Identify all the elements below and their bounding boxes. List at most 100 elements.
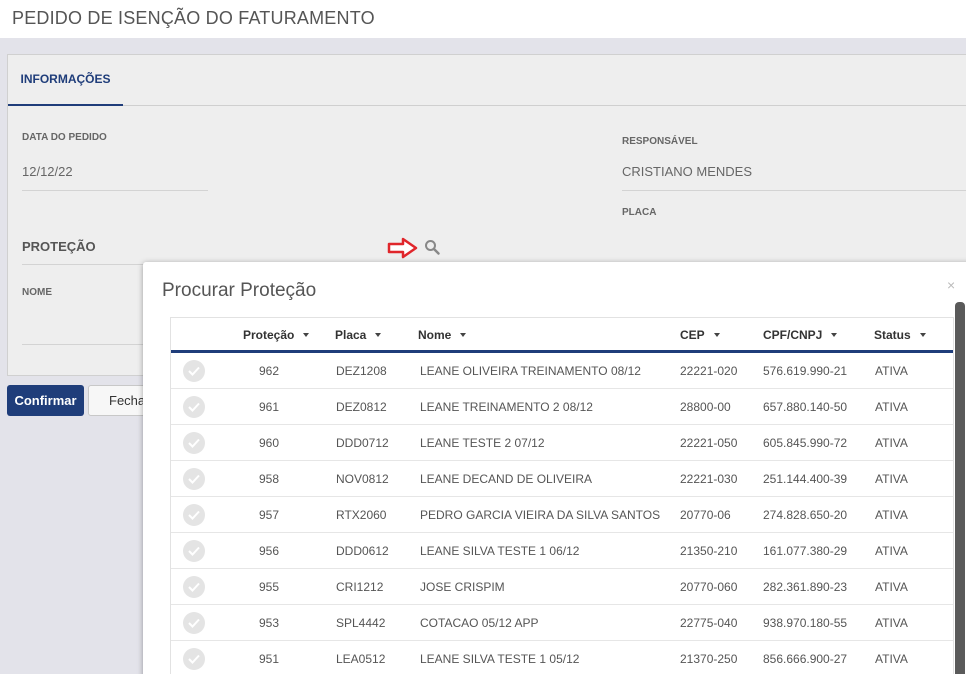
sort-caret-icon[interactable] <box>831 332 838 337</box>
top-bar: PEDIDO DE ISENÇÃO DO FATURAMENTO <box>0 0 966 38</box>
cell-placa: CRI1212 <box>336 580 384 594</box>
search-icon[interactable] <box>424 239 440 255</box>
protection-table: Proteção Placa Nome CEP CPF/CNPJ Status … <box>170 317 954 674</box>
cell-cpf-cnpj: 274.828.650-20 <box>763 508 848 522</box>
cell-nome: LEANE SILVA TESTE 1 06/12 <box>420 544 580 558</box>
cell-nome: LEANE TESTE 2 07/12 <box>420 436 545 450</box>
cell-status: ATIVA <box>875 616 908 630</box>
column-header-cpf-cnpj[interactable]: CPF/CNPJ <box>763 328 838 342</box>
cell-placa: DDD0612 <box>336 544 389 558</box>
select-check-icon[interactable] <box>183 360 205 382</box>
table-row[interactable]: 962 DEZ1208 LEANE OLIVEIRA TREINAMENTO 08/… <box>171 353 953 389</box>
placa-label: PLACA <box>622 207 657 218</box>
cell-protecao: 958 <box>258 472 279 486</box>
select-check-icon[interactable] <box>183 576 205 598</box>
table-row[interactable]: 953 SPL4442 COTACAO 05/12 APP 22775-040 938.… <box>171 605 953 641</box>
cell-protecao: 960 <box>258 436 279 450</box>
table-header: Proteção Placa Nome CEP CPF/CNPJ Status <box>171 318 953 353</box>
table-row[interactable]: 961 DEZ0812 LEANE TREINAMENTO 2 08/12 28800… <box>171 389 953 425</box>
modal-close-icon[interactable]: × <box>947 277 955 293</box>
modal-scrollbar[interactable] <box>955 302 965 674</box>
table-row[interactable]: 955 CRI1212 JOSE CRISPIM 20770-060 282.361.8… <box>171 569 953 605</box>
column-header-cep[interactable]: CEP <box>680 328 720 342</box>
cell-status: ATIVA <box>875 580 908 594</box>
cell-cep: 22221-050 <box>680 436 738 450</box>
cell-cpf-cnpj: 605.845.990-72 <box>763 436 848 450</box>
cell-cep: 28800-00 <box>680 400 731 414</box>
table-row[interactable]: 951 LEA0512 LEANE SILVA TESTE 1 05/12 21370… <box>171 641 953 674</box>
select-check-icon[interactable] <box>183 540 205 562</box>
sort-caret-icon[interactable] <box>375 332 382 337</box>
table-row[interactable]: 957 RTX2060 PEDRO GARCIA VIEIRA DA SILVA S… <box>171 497 953 533</box>
cell-cep: 20770-060 <box>680 580 738 594</box>
cell-status: ATIVA <box>875 652 908 666</box>
cell-cep: 21350-210 <box>680 544 738 558</box>
sort-caret-icon[interactable] <box>919 332 926 337</box>
select-check-icon[interactable] <box>183 648 205 670</box>
cell-cpf-cnpj: 938.970.180-55 <box>763 616 848 630</box>
cell-nome: LEANE OLIVEIRA TREINAMENTO 08/12 <box>420 364 641 378</box>
protecao-section-title: PROTEÇÃO <box>22 239 96 254</box>
select-check-icon[interactable] <box>183 396 205 418</box>
column-header-protecao[interactable]: Proteção <box>243 328 310 342</box>
table-row[interactable]: 958 NOV0812 LEANE DECAND DE OLIVEIRA 22221-… <box>171 461 953 497</box>
cell-status: ATIVA <box>875 400 908 414</box>
column-header-nome[interactable]: Nome <box>418 328 467 342</box>
cell-protecao: 951 <box>258 652 279 666</box>
search-protection-modal: Procurar Proteção × Proteção Placa Nome … <box>143 262 966 674</box>
cell-nome: LEANE TREINAMENTO 2 08/12 <box>420 400 593 414</box>
cell-placa: DEZ0812 <box>336 400 387 414</box>
cell-protecao: 953 <box>258 616 279 630</box>
responsavel-value[interactable]: CRISTIANO MENDES <box>622 164 752 179</box>
page-title: PEDIDO DE ISENÇÃO DO FATURAMENTO <box>12 8 375 28</box>
cell-cep: 22775-040 <box>680 616 738 630</box>
cell-cpf-cnpj: 856.666.900-27 <box>763 652 848 666</box>
data-pedido-value[interactable]: 12/12/22 <box>22 164 73 179</box>
cell-nome: PEDRO GARCIA VIEIRA DA SILVA SANTOS <box>420 508 661 522</box>
table-row[interactable]: 956 DDD0612 LEANE SILVA TESTE 1 06/12 21350… <box>171 533 953 569</box>
sort-caret-icon[interactable] <box>460 332 467 337</box>
cell-placa: RTX2060 <box>336 508 387 522</box>
select-check-icon[interactable] <box>183 612 205 634</box>
select-check-icon[interactable] <box>183 432 205 454</box>
data-pedido-underline <box>22 190 208 191</box>
tab-informacoes[interactable]: INFORMAÇÕES <box>8 55 123 106</box>
cell-cep: 22221-030 <box>680 472 738 486</box>
cell-cpf-cnpj: 576.619.990-21 <box>763 364 848 378</box>
select-check-icon[interactable] <box>183 468 205 490</box>
table-body: 962 DEZ1208 LEANE OLIVEIRA TREINAMENTO 08/… <box>171 353 953 674</box>
modal-title: Procurar Proteção <box>162 280 317 301</box>
cell-protecao: 956 <box>258 544 279 558</box>
cell-protecao: 962 <box>258 364 279 378</box>
cell-placa: LEA0512 <box>336 652 386 666</box>
column-header-placa[interactable]: Placa <box>335 328 382 342</box>
arrow-right-icon <box>387 237 418 259</box>
cell-placa: SPL4442 <box>336 616 386 630</box>
cell-protecao: 957 <box>258 508 279 522</box>
cell-cpf-cnpj: 161.077.380-29 <box>763 544 848 558</box>
data-pedido-label: DATA DO PEDIDO <box>22 132 107 143</box>
protecao-underline <box>22 264 147 265</box>
responsavel-underline <box>622 190 966 191</box>
cell-status: ATIVA <box>875 436 908 450</box>
cell-cpf-cnpj: 251.144.400-39 <box>763 472 848 486</box>
column-header-status[interactable]: Status <box>874 328 926 342</box>
cell-cep: 22221-020 <box>680 364 738 378</box>
nome-label: NOME <box>22 287 52 298</box>
cell-protecao: 955 <box>258 580 279 594</box>
cell-placa: DEZ1208 <box>336 364 387 378</box>
table-row[interactable]: 960 DDD0712 LEANE TESTE 2 07/12 22221-050 60… <box>171 425 953 461</box>
cell-nome: LEANE SILVA TESTE 1 05/12 <box>420 652 580 666</box>
nome-underline <box>22 344 147 345</box>
cell-status: ATIVA <box>875 364 908 378</box>
confirm-button[interactable]: Confirmar <box>7 385 84 416</box>
sort-caret-icon[interactable] <box>303 332 310 337</box>
select-check-icon[interactable] <box>183 504 205 526</box>
cell-placa: DDD0712 <box>336 436 389 450</box>
cell-nome: LEANE DECAND DE OLIVEIRA <box>420 472 593 486</box>
cell-status: ATIVA <box>875 472 908 486</box>
cell-nome: JOSE CRISPIM <box>420 580 505 594</box>
sort-caret-icon[interactable] <box>713 332 720 337</box>
cell-nome: COTACAO 05/12 APP <box>420 616 539 630</box>
cell-status: ATIVA <box>875 508 908 522</box>
